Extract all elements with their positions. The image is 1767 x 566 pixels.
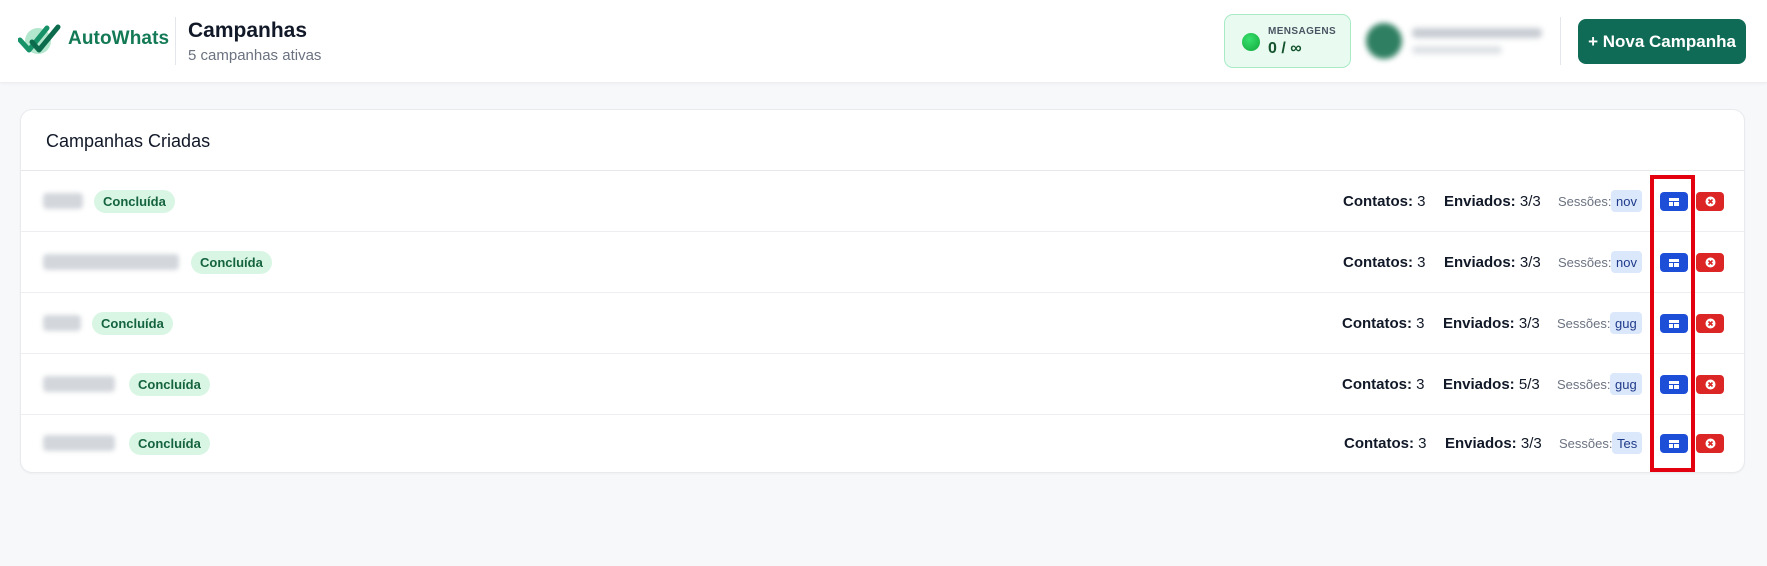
contacts-value: 3	[1417, 193, 1426, 210]
contacts-label: Contatos:	[1343, 254, 1413, 271]
sessions-label: Sessões:	[1557, 316, 1611, 331]
close-circle-icon	[1705, 196, 1715, 207]
campaign-row: Concluída Contatos: 3 Enviados: 3/3 Sess…	[21, 171, 1744, 232]
contacts-stat: Contatos: 3	[1342, 376, 1425, 393]
campaign-name-redacted[interactable]	[43, 193, 83, 209]
campaign-name-redacted[interactable]	[43, 435, 115, 451]
sent-stat: Enviados: 3/3	[1444, 254, 1541, 271]
page-title: Campanhas	[188, 19, 308, 42]
close-circle-icon	[1705, 318, 1715, 329]
delete-campaign-button[interactable]	[1696, 375, 1724, 394]
annotation-highlight-box	[1650, 175, 1695, 472]
sent-label: Enviados:	[1445, 435, 1517, 452]
campaign-name-redacted[interactable]	[43, 315, 81, 331]
contacts-label: Contatos:	[1342, 376, 1412, 393]
user-profile[interactable]	[1364, 18, 1549, 66]
page-subtitle: 5 campanhas ativas	[188, 47, 322, 64]
session-tag: gug	[1610, 373, 1642, 395]
avatar	[1366, 23, 1402, 59]
session-tag: Tes	[1612, 432, 1643, 454]
session-tag: gug	[1610, 312, 1642, 334]
sent-label: Enviados:	[1443, 315, 1515, 332]
campaign-row: Concluída Contatos: 3 Enviados: 5/3 Sess…	[21, 354, 1744, 415]
status-badge: Concluída	[129, 432, 210, 455]
user-name-redacted	[1412, 28, 1542, 38]
delete-campaign-button[interactable]	[1696, 253, 1724, 272]
campaign-name-redacted[interactable]	[43, 254, 179, 270]
delete-campaign-button[interactable]	[1696, 314, 1724, 333]
messages-value: 0 / ∞	[1268, 40, 1302, 57]
contacts-value: 3	[1417, 254, 1426, 271]
sent-value: 3/3	[1519, 193, 1541, 210]
sessions-label: Sessões:	[1557, 377, 1611, 392]
campaign-row: Concluída Contatos: 3 Enviados: 3/3 Sess…	[21, 293, 1744, 354]
delete-campaign-button[interactable]	[1696, 192, 1724, 211]
sent-value: 5/3	[1518, 376, 1540, 393]
delete-campaign-button[interactable]	[1696, 434, 1724, 453]
card-title: Campanhas Criadas	[46, 131, 211, 151]
user-detail-redacted	[1412, 46, 1502, 54]
contacts-stat: Contatos: 3	[1343, 254, 1426, 271]
sent-value: 3/3	[1519, 254, 1541, 271]
new-campaign-button[interactable]: + Nova Campanha	[1578, 19, 1746, 64]
sessions-label: Sessões:	[1558, 255, 1612, 270]
top-bar: AutoWhats Campanhas 5 campanhas ativas M…	[0, 0, 1767, 83]
sessions-label: Sessões:	[1559, 436, 1613, 451]
campaign-name-redacted[interactable]	[43, 376, 115, 392]
sent-stat: Enviados: 3/3	[1444, 193, 1541, 210]
sent-stat: Enviados: 3/3	[1445, 435, 1542, 452]
contacts-stat: Contatos: 3	[1342, 315, 1425, 332]
contacts-stat: Contatos: 3	[1343, 193, 1426, 210]
contacts-label: Contatos:	[1342, 315, 1412, 332]
contacts-label: Contatos:	[1344, 435, 1414, 452]
sent-label: Enviados:	[1444, 254, 1516, 271]
header-divider	[1560, 17, 1561, 65]
double-check-logo-icon	[18, 24, 61, 54]
contacts-label: Contatos:	[1343, 193, 1413, 210]
status-badge: Concluída	[191, 251, 272, 274]
session-tag: nov	[1611, 190, 1642, 212]
sent-value: 3/3	[1518, 315, 1540, 332]
contacts-value: 3	[1416, 315, 1425, 332]
contacts-stat: Contatos: 3	[1344, 435, 1427, 452]
messages-counter: MENSAGENS 0 / ∞	[1224, 14, 1351, 68]
contacts-value: 3	[1416, 376, 1425, 393]
brand-name: AutoWhats	[68, 28, 170, 49]
sessions-label: Sessões:	[1558, 194, 1612, 209]
close-circle-icon	[1705, 257, 1715, 268]
header-divider	[175, 17, 176, 65]
session-tag: nov	[1611, 251, 1642, 273]
campaign-row: Concluída Contatos: 3 Enviados: 3/3 Sess…	[21, 232, 1744, 293]
campaigns-card: Campanhas Criadas Concluída Contatos: 3 …	[20, 109, 1745, 473]
logo[interactable]: AutoWhats	[18, 22, 169, 56]
campaign-row: Concluída Contatos: 3 Enviados: 3/3 Sess…	[21, 413, 1744, 474]
status-badge: Concluída	[129, 373, 210, 396]
sent-stat: Enviados: 5/3	[1443, 376, 1540, 393]
sent-stat: Enviados: 3/3	[1443, 315, 1540, 332]
close-circle-icon	[1705, 438, 1715, 449]
sent-label: Enviados:	[1443, 376, 1515, 393]
contacts-value: 3	[1418, 435, 1427, 452]
close-circle-icon	[1705, 379, 1715, 390]
green-dot-icon	[1242, 33, 1260, 51]
sent-label: Enviados:	[1444, 193, 1516, 210]
status-badge: Concluída	[94, 190, 175, 213]
messages-label: MENSAGENS	[1268, 26, 1337, 37]
status-badge: Concluída	[92, 312, 173, 335]
sent-value: 3/3	[1520, 435, 1542, 452]
